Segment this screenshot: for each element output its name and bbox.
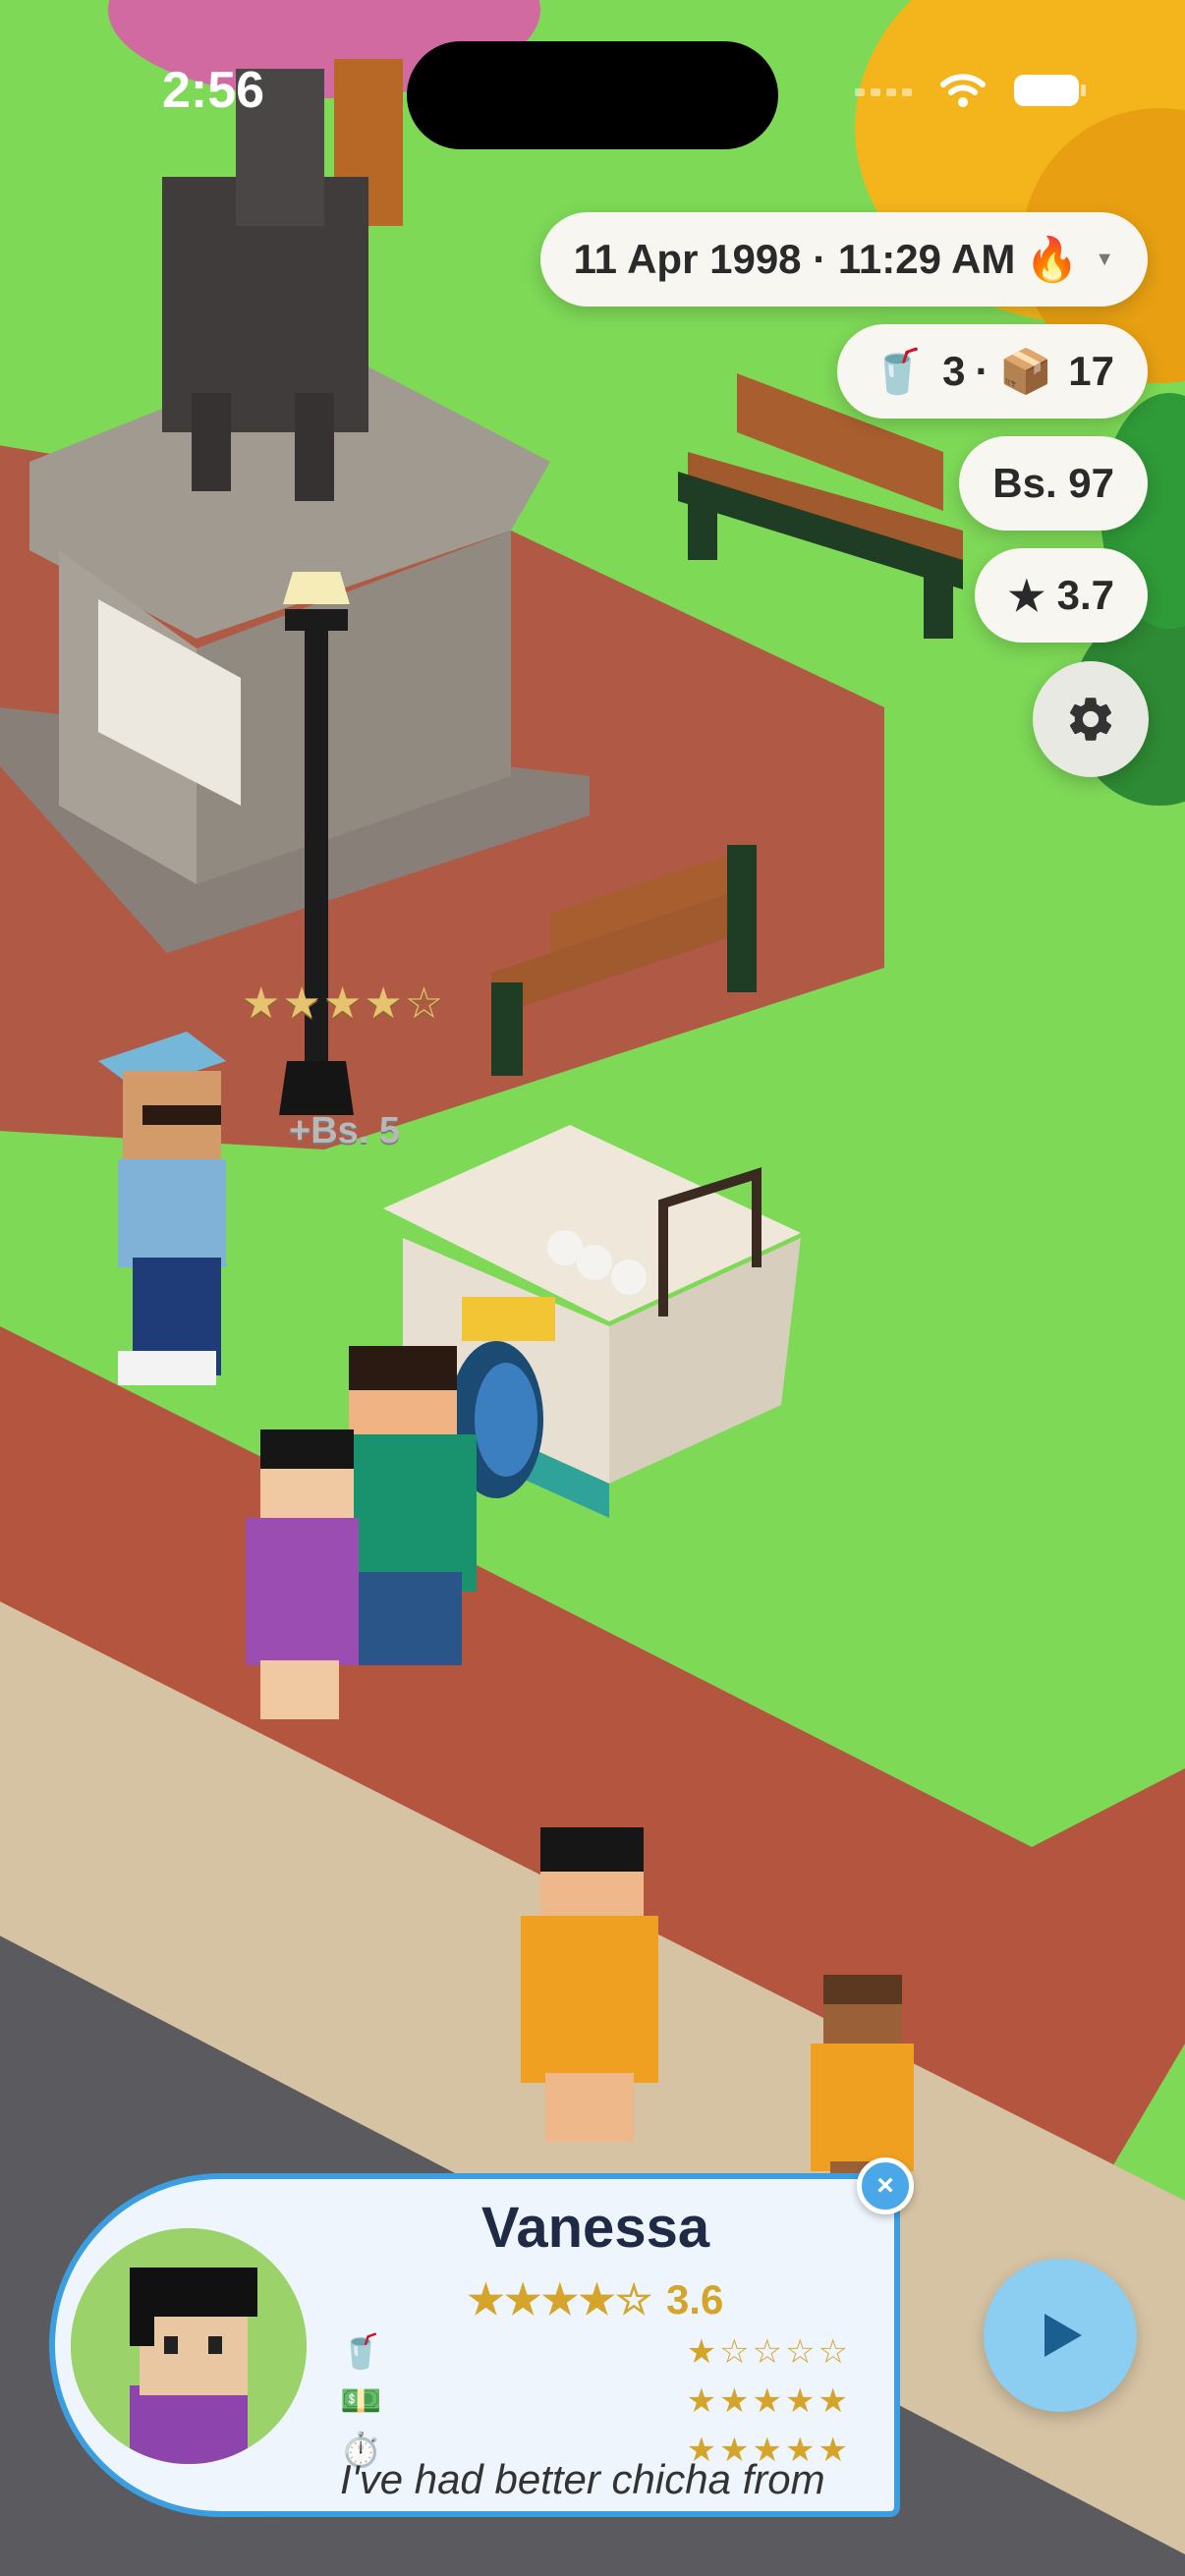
game-screen: 2:56 11 Apr 1998 · 11:29 AM 🔥 ▼ 🥤 3 · 📦 … <box>0 0 1185 2576</box>
date-time-pill[interactable]: 11 Apr 1998 · 11:29 AM 🔥 ▼ <box>539 212 1148 307</box>
customer-man-character <box>339 1346 477 1665</box>
inventory-separator: · <box>975 348 989 394</box>
wifi-icon <box>940 74 986 107</box>
floating-rating-stars: ★★★★☆ <box>242 980 446 1028</box>
money-label: Bs. 97 <box>992 460 1114 506</box>
battery-icon <box>1014 75 1086 106</box>
close-card-button[interactable]: × <box>857 2157 914 2214</box>
customer-portrait-icon <box>71 2228 307 2464</box>
money-pill[interactable]: Bs. 97 <box>959 436 1148 531</box>
money-icon: 💵 <box>340 2382 382 2420</box>
customer-quote: I've had better chicha from <box>340 2456 825 2502</box>
play-icon <box>1044 2314 1082 2357</box>
customer-review-card[interactable]: Vanessa ★★★★☆ 3.6 🥤 ★☆☆☆☆ 💵 ★★★★★ ⏱️ ★★★★… <box>49 2173 900 2517</box>
customer-rating-value: 3.6 <box>665 2276 724 2323</box>
status-icons <box>855 73 1087 108</box>
inventory-pill[interactable]: 🥤 3 · 📦 17 <box>837 324 1148 419</box>
gear-icon <box>1069 698 1112 741</box>
taste-stars: ★☆☆☆☆ <box>686 2333 851 2371</box>
status-time: 2:56 <box>162 62 265 119</box>
cup-icon: 🥤 <box>340 2333 382 2371</box>
customer-rating-stars: ★★★★☆ <box>467 2276 652 2323</box>
floating-money-earned: +Bs. 5 <box>289 1110 401 1151</box>
play-button[interactable] <box>984 2259 1137 2412</box>
rating-pill[interactable]: ★ 3.7 <box>974 548 1148 643</box>
star-icon: ★ <box>1007 572 1045 619</box>
customer-avatar <box>71 2228 307 2464</box>
signal-icon <box>855 88 912 96</box>
chevron-down-icon: ▼ <box>1095 248 1114 270</box>
fire-icon: 🔥 <box>1025 236 1080 284</box>
price-metric: 💵 ★★★★★ <box>340 2380 851 2423</box>
taste-metric: 🥤 ★☆☆☆☆ <box>340 2330 851 2374</box>
box-icon: 📦 <box>998 348 1053 396</box>
cups-count: 3 <box>942 348 966 394</box>
rating-value: 3.7 <box>1056 572 1114 618</box>
boxes-count: 17 <box>1068 348 1114 394</box>
customer-name: Vanessa <box>480 2196 710 2260</box>
date-time-label: 11 Apr 1998 · 11:29 AM <box>573 236 1016 282</box>
price-stars: ★★★★★ <box>686 2382 851 2420</box>
cup-icon: 🥤 <box>871 348 926 396</box>
settings-button[interactable] <box>1033 661 1149 777</box>
customer-overall-rating: ★★★★☆ 3.6 <box>350 2275 841 2324</box>
close-icon: × <box>876 2169 894 2202</box>
dynamic-island <box>407 41 778 149</box>
